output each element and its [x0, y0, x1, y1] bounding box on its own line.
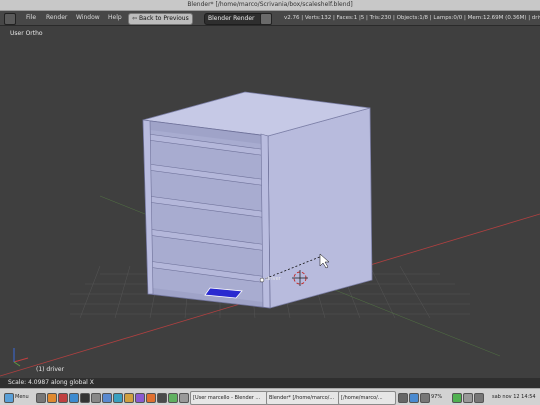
taskbar-task-folder[interactable]: [/home/marco/... [338, 391, 396, 405]
shelf-side-panel [267, 107, 373, 309]
viewport-status-bar: Scale: 4.0987 along global X [0, 378, 540, 388]
menu-file[interactable]: File [26, 11, 36, 25]
battery-status[interactable]: 97% [431, 389, 442, 405]
blender-screen: Blender* [/home/marco/Scrivania/box/scal… [0, 0, 540, 405]
axis-gizmo-icon [13, 348, 29, 367]
network-icon[interactable] [398, 393, 408, 403]
settings-icon[interactable] [157, 393, 167, 403]
keyboard-icon[interactable] [474, 393, 484, 403]
volume-icon[interactable] [420, 393, 430, 403]
3d-viewport[interactable]: User Ortho driver (1) driver [0, 26, 540, 378]
start-menu-label[interactable]: Menu [15, 389, 29, 405]
viewport-canvas [0, 91, 540, 377]
taskbar-clock[interactable]: sab nov 12 14:54 [492, 389, 536, 405]
info-header: File Render Window Help ⇦ Back to Previo… [0, 11, 540, 26]
window-title: Blender* [/home/marco/Scrivania/box/scal… [187, 1, 353, 8]
start-menu-icon[interactable] [4, 393, 14, 403]
file-manager-icon[interactable] [69, 393, 79, 403]
app-launcher-icon[interactable] [58, 393, 68, 403]
bluetooth-icon[interactable] [409, 393, 419, 403]
transform-status-text: Scale: 4.0987 along global X [8, 379, 94, 386]
driver-object-label: driver [266, 276, 281, 282]
menu-help[interactable]: Help [108, 11, 122, 25]
update-check-icon[interactable] [452, 393, 462, 403]
show-desktop-icon[interactable] [36, 393, 46, 403]
blender-logo-icon [260, 13, 272, 25]
blender-launcher-icon[interactable] [146, 393, 156, 403]
image-viewer-icon[interactable] [124, 393, 134, 403]
taskbar-task-blender-user[interactable]: [User marcello - Blender ... [190, 391, 268, 405]
taskbar-task-blender-file[interactable]: Blender* [/home/marco/... [266, 391, 340, 405]
terminal-icon[interactable] [80, 393, 90, 403]
chat-icon[interactable] [113, 393, 123, 403]
media-icon[interactable] [135, 393, 145, 403]
shield-icon[interactable] [463, 393, 473, 403]
workspace-icon[interactable] [179, 393, 189, 403]
editor-type-icon[interactable] [4, 13, 16, 25]
render-engine-select[interactable]: Blender Render [204, 13, 264, 25]
browser-icon[interactable] [102, 393, 112, 403]
window-titlebar: Blender* [/home/marco/Scrivania/box/scal… [0, 0, 540, 11]
back-to-previous-label: Back to Previous [138, 15, 189, 22]
menu-window[interactable]: Window [76, 11, 100, 25]
menu-render[interactable]: Render [46, 11, 67, 25]
firefox-icon[interactable] [47, 393, 57, 403]
render-engine-label: Blender Render [208, 15, 255, 22]
object-origin-dot [259, 277, 265, 283]
view-name-label: User Ortho [10, 30, 43, 37]
scene-stats: v2.76 | Verts:132 | Faces:1 |5 | Tris:23… [284, 15, 540, 21]
os-taskbar: Menu [User marcello - Blender ... Blende… [0, 388, 540, 405]
updater-icon[interactable] [168, 393, 178, 403]
text-editor-icon[interactable] [91, 393, 101, 403]
active-object-label: (1) driver [36, 366, 65, 373]
back-to-previous-button[interactable]: ⇦ Back to Previous [128, 13, 193, 25]
back-arrow-icon: ⇦ [132, 15, 139, 22]
